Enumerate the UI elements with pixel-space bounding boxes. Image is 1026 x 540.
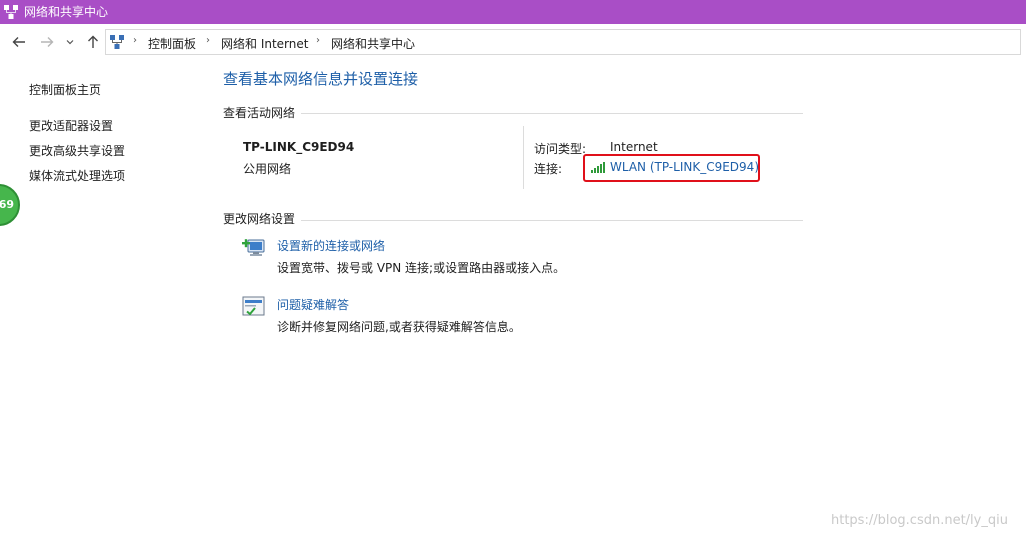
troubleshoot-description: 诊断并修复网络问题,或者获得疑难解答信息。: [277, 320, 521, 334]
chevron-right-icon[interactable]: ›: [316, 35, 320, 46]
title-bar[interactable]: 网络和共享中心: [0, 0, 1026, 24]
floating-badge[interactable]: 69: [0, 184, 20, 226]
chevron-down-icon[interactable]: [63, 34, 77, 52]
network-name: TP-LINK_C9ED94: [243, 140, 355, 154]
setup-new-connection-description: 设置宽带、拨号或 VPN 连接;或设置路由器或接入点。: [277, 261, 566, 275]
section-heading-change-settings: 更改网络设置: [223, 210, 302, 227]
up-arrow-icon[interactable]: [84, 34, 102, 52]
setup-new-connection-link[interactable]: 设置新的连接或网络: [277, 237, 385, 254]
back-arrow-icon[interactable]: [10, 34, 28, 52]
sidebar-item-adapter-settings[interactable]: 更改适配器设置: [29, 117, 113, 134]
sidebar-item-advanced-sharing[interactable]: 更改高级共享设置: [29, 142, 125, 159]
window-title: 网络和共享中心: [24, 5, 109, 19]
connection-label: 连接:: [534, 162, 563, 176]
sidebar-item-control-panel-home[interactable]: 控制面板主页: [29, 81, 101, 98]
breadcrumb-control-panel[interactable]: 控制面板: [148, 35, 196, 52]
breadcrumb-network-internet[interactable]: 网络和 Internet: [221, 35, 308, 52]
troubleshoot-icon: [242, 296, 265, 316]
section-divider: [223, 220, 803, 221]
watermark: https://blog.csdn.net/ly_qiu: [831, 513, 1008, 528]
breadcrumb-network-center[interactable]: 网络和共享中心: [331, 35, 415, 52]
page-title: 查看基本网络信息并设置连接: [223, 70, 419, 88]
section-heading-active-networks: 查看活动网络: [223, 104, 302, 121]
chevron-right-icon[interactable]: ›: [133, 35, 137, 46]
wlan-connection-link[interactable]: WLAN (TP-LINK_C9ED94): [610, 160, 759, 174]
address-bar[interactable]: › 控制面板 › 网络和 Internet › 网络和共享中心: [105, 29, 1021, 55]
network-type[interactable]: 公用网络: [243, 160, 291, 177]
new-connection-icon: [242, 239, 265, 256]
vertical-divider: [523, 126, 524, 189]
wifi-signal-icon: [591, 162, 605, 173]
access-type-label: 访问类型:: [534, 142, 587, 156]
access-type-value: Internet: [610, 140, 658, 154]
navigation-bar: › 控制面板 › 网络和 Internet › 网络和共享中心: [0, 24, 1026, 62]
troubleshoot-link[interactable]: 问题疑难解答: [277, 296, 349, 313]
forward-arrow-icon[interactable]: [38, 34, 56, 52]
chevron-right-icon[interactable]: ›: [206, 35, 210, 46]
network-center-icon: [110, 35, 124, 49]
section-divider: [223, 113, 803, 114]
network-center-icon: [4, 5, 18, 19]
sidebar-item-media-streaming[interactable]: 媒体流式处理选项: [29, 167, 125, 184]
